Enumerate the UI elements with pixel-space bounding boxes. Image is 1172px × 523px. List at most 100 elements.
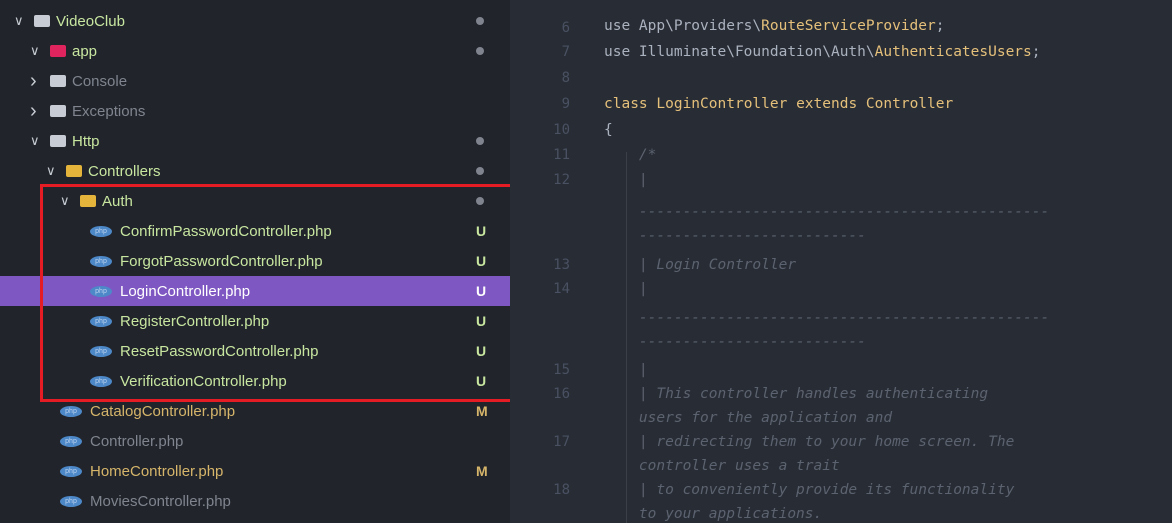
code-token: | to conveniently provide its functional… — [604, 482, 1015, 498]
chevron-right-icon[interactable]: › — [30, 70, 44, 93]
tree-item-label: VideoClub — [56, 12, 125, 30]
tree-item-label: Controller.php — [90, 432, 184, 450]
folder-item[interactable]: ∨ Auth — [0, 186, 510, 216]
tree-item-label: Auth — [102, 192, 133, 210]
code-line: ----------------------------------------… — [604, 310, 1049, 326]
file-item[interactable]: php RegisterController.php U — [0, 306, 510, 336]
line-number: 16 — [553, 386, 570, 402]
tree-item-label: Console — [72, 72, 128, 90]
code-token: ; — [935, 18, 945, 34]
file-item[interactable]: php Controller.php — [0, 426, 510, 456]
line-number: 8 — [561, 70, 570, 86]
chevron-down-icon[interactable]: ∨ — [60, 193, 74, 209]
code-token: ----------------------------------------… — [604, 204, 1050, 220]
code-token: AuthenticatesUsers — [874, 44, 1032, 60]
git-status-badge: U — [476, 223, 487, 239]
tree-item-label: LoginController.php — [120, 282, 251, 300]
code-token: LoginController — [656, 96, 797, 112]
code-token: | — [604, 281, 648, 297]
line-number: 13 — [553, 257, 570, 273]
git-status-badge: U — [476, 373, 487, 389]
code-token: -------------------------- — [604, 228, 866, 244]
code-line: /* — [604, 147, 656, 163]
line-number: 11 — [553, 147, 570, 163]
git-status-badge: M — [476, 463, 488, 479]
file-item[interactable]: php ConfirmPasswordController.php U — [0, 216, 510, 246]
code-token: | redirecting them to your home screen. … — [604, 434, 1015, 450]
folder-item[interactable]: › Console — [0, 66, 510, 96]
folder-icon — [50, 45, 66, 57]
code-token: Controller — [865, 96, 954, 112]
line-number: 14 — [553, 281, 570, 297]
code-token: | This controller handles authenticating — [604, 386, 989, 402]
code-token: use Illuminate\Foundation\Auth\ — [604, 44, 875, 60]
php-file-icon: php — [90, 255, 112, 267]
php-file-icon: php — [90, 345, 112, 357]
php-file-icon: php — [90, 315, 112, 327]
folder-icon — [50, 135, 66, 147]
code-line: | — [604, 172, 648, 188]
git-modified-dot — [476, 137, 484, 145]
code-token: ; — [1031, 44, 1041, 60]
code-line: use App\Providers\RouteServiceProvider; — [604, 18, 944, 34]
folder-icon — [80, 195, 96, 207]
file-item[interactable]: php ResetPasswordController.php U — [0, 336, 510, 366]
git-status-badge: U — [476, 253, 487, 269]
folder-item[interactable]: ∨ Http — [0, 126, 510, 156]
code-editor[interactable]: 6 7 8 9 10 11 12 13 14 15 16 17 18 use App\Providers\… — [510, 0, 1172, 523]
git-modified-dot — [476, 197, 484, 205]
tree-item-label: Http — [72, 132, 100, 150]
php-file-icon: php — [60, 435, 82, 447]
folder-item[interactable]: ∨ Controllers — [0, 156, 510, 186]
file-item[interactable]: php LoginController.php U — [0, 276, 510, 306]
line-number: 7 — [561, 44, 570, 60]
chevron-down-icon[interactable]: ∨ — [30, 43, 44, 59]
file-item[interactable]: php VerificationController.php U — [0, 366, 510, 396]
code-token: ----------------------------------------… — [604, 310, 1050, 326]
folder-icon — [66, 165, 82, 177]
code-line: to your applications. — [604, 506, 822, 522]
php-file-icon: php — [90, 285, 112, 297]
folder-icon — [34, 15, 50, 27]
code-line: ----------------------------------------… — [604, 204, 1049, 220]
php-file-icon: php — [60, 495, 82, 507]
code-token: | — [604, 172, 648, 188]
folder-item[interactable]: ∨ app — [0, 36, 510, 66]
tree-item-label: VerificationController.php — [120, 372, 287, 390]
git-modified-dot — [476, 17, 484, 25]
line-number: 6 — [561, 20, 570, 36]
code-line: | to conveniently provide its functional… — [604, 482, 1014, 498]
line-number: 12 — [553, 172, 570, 188]
php-file-icon: php — [60, 465, 82, 477]
tree-item-label: MoviesController.php — [90, 492, 231, 510]
code-line: | — [604, 281, 648, 297]
tree-item-label: Controllers — [88, 162, 161, 180]
code-line: | Login Controller — [604, 257, 796, 273]
folder-item[interactable]: ∨ VideoClub — [0, 6, 510, 36]
tree-item-label: CatalogController.php — [90, 402, 236, 420]
git-status-badge: U — [476, 283, 487, 299]
code-line: | redirecting them to your home screen. … — [604, 434, 1014, 450]
tree-item-label: ConfirmPasswordController.php — [120, 222, 332, 240]
code-token: | Login Controller — [604, 257, 797, 273]
file-item[interactable]: php CatalogController.php M — [0, 396, 510, 426]
code-line: -------------------------- — [604, 228, 866, 244]
folder-icon — [50, 75, 66, 87]
php-file-icon: php — [90, 225, 112, 237]
git-status-badge: M — [476, 403, 488, 419]
folder-item[interactable]: › Exceptions — [0, 96, 510, 126]
file-item[interactable]: php ForgotPasswordController.php U — [0, 246, 510, 276]
chevron-down-icon[interactable]: ∨ — [30, 133, 44, 149]
chevron-right-icon[interactable]: › — [30, 100, 44, 123]
code-token: RouteServiceProvider — [761, 18, 936, 34]
chevron-down-icon[interactable]: ∨ — [14, 13, 28, 29]
code-line: class LoginController extends Controller — [604, 96, 953, 112]
code-token: users for the application and — [604, 410, 893, 426]
code-token: /* — [604, 147, 657, 163]
file-item[interactable]: php MoviesController.php — [0, 486, 510, 516]
code-token: controller uses a trait — [604, 458, 840, 474]
tree-item-label: HomeController.php — [90, 462, 224, 480]
git-modified-dot — [476, 167, 484, 175]
file-item[interactable]: php HomeController.php M — [0, 456, 510, 486]
chevron-down-icon[interactable]: ∨ — [46, 163, 60, 179]
